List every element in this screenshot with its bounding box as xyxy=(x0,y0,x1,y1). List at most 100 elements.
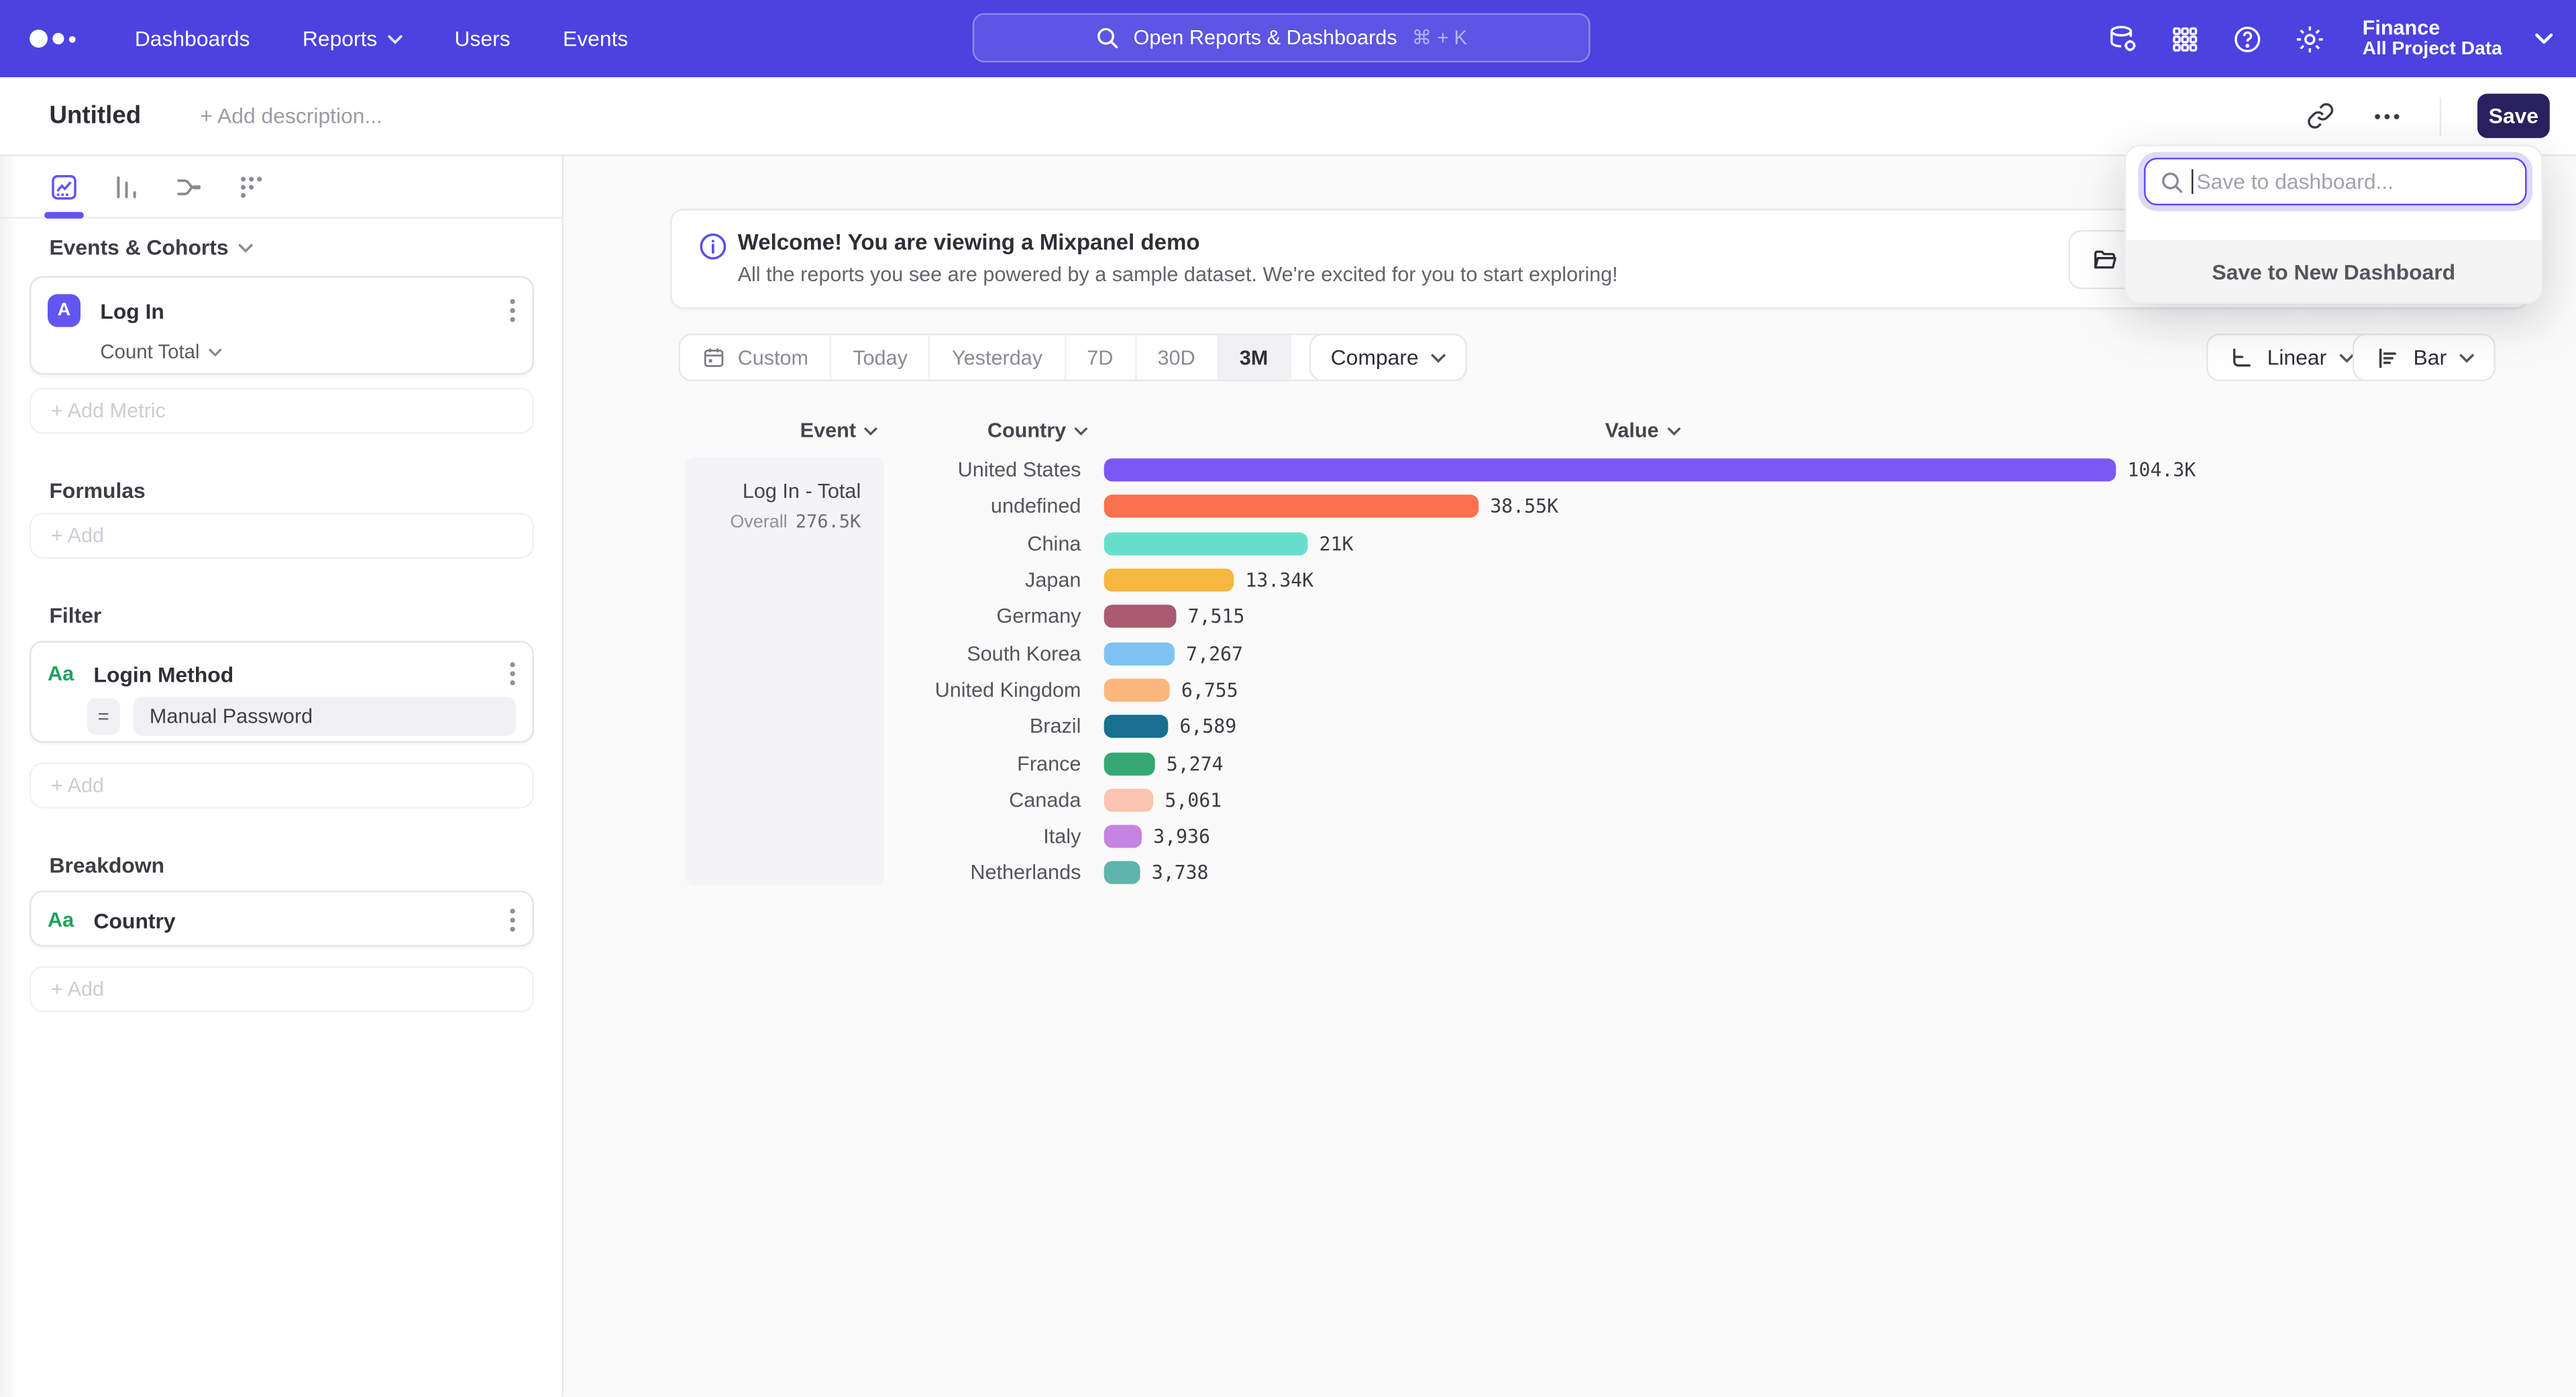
search-icon xyxy=(2160,171,2183,194)
tab-insights[interactable] xyxy=(49,172,78,201)
breakdown-card[interactable]: Aa Country xyxy=(30,890,534,946)
project-name: Finance xyxy=(2363,16,2502,40)
apps-grid-icon[interactable] xyxy=(2169,22,2202,55)
divider xyxy=(2440,96,2441,136)
column-header-country[interactable]: Country xyxy=(987,419,1087,442)
add-description-button[interactable]: + Add description... xyxy=(200,103,382,128)
filter-value[interactable]: Manual Password xyxy=(133,696,516,736)
range-custom[interactable]: Custom xyxy=(680,335,830,380)
aggregation-selector[interactable]: Count Total xyxy=(100,340,221,363)
global-search-button[interactable]: Open Reports & Dashboards ⌘ + K xyxy=(973,13,1591,62)
chart-bar[interactable] xyxy=(1104,825,1142,848)
chart-value-label: 13.34K xyxy=(1245,568,1313,591)
filter-property-name[interactable]: Login Method xyxy=(94,662,490,686)
banner-subtitle: All the reports you see are powered by a… xyxy=(738,263,1618,286)
chart-row: Canada 5,061 xyxy=(564,782,2206,819)
chart-row: Germany7,515 xyxy=(564,599,2206,635)
range-7d[interactable]: 7D xyxy=(1064,335,1134,380)
project-switcher[interactable]: Finance All Project Data xyxy=(2363,16,2502,62)
more-options-icon[interactable] xyxy=(2371,103,2404,129)
save-dashboard-input[interactable] xyxy=(2144,158,2527,205)
range-today[interactable]: Today xyxy=(830,335,929,380)
chart-bar[interactable] xyxy=(1104,862,1140,884)
mixpanel-insights-report-screen: Dashboards Reports Users Events Open Report… xyxy=(0,0,2576,1397)
kebab-menu-icon[interactable] xyxy=(509,907,516,933)
tab-funnels[interactable] xyxy=(112,172,142,201)
search-icon xyxy=(1095,26,1118,49)
chart-category-label: France xyxy=(564,752,1081,774)
chart-bar[interactable] xyxy=(1104,495,1479,518)
chart-row: Brazil6,589 xyxy=(564,709,2206,745)
chart-category-label: Netherlands xyxy=(564,862,1081,884)
chart-bar[interactable] xyxy=(1104,752,1155,774)
chevron-down-icon xyxy=(1667,427,1680,435)
chevron-down-icon xyxy=(238,242,253,252)
tab-flows[interactable] xyxy=(174,172,204,201)
property-type-icon: Aa xyxy=(48,662,74,685)
breakdown-heading: Breakdown xyxy=(49,853,164,878)
nav-item-dashboards[interactable]: Dashboards xyxy=(135,26,250,51)
mixpanel-logo-icon[interactable] xyxy=(30,30,85,48)
data-management-icon[interactable] xyxy=(2106,22,2139,55)
chart-value-label: 5,061 xyxy=(1165,788,1222,811)
chart-category-label: Germany xyxy=(564,605,1081,628)
help-icon[interactable] xyxy=(2231,22,2264,55)
chart-row: United States104.3K xyxy=(564,452,2206,488)
chart-value-label: 6,589 xyxy=(1179,715,1236,738)
chart-category-label: Canada xyxy=(564,788,1081,811)
range-yesterday[interactable]: Yesterday xyxy=(929,335,1064,380)
chevron-down-icon xyxy=(2460,352,2475,362)
metric-event-name[interactable]: Log In xyxy=(100,298,489,323)
chart-value-label: 38.55K xyxy=(1490,495,1558,518)
chart-bar[interactable] xyxy=(1104,568,1234,591)
breakdown-property-name[interactable]: Country xyxy=(94,908,490,933)
chevron-down-icon[interactable] xyxy=(2535,33,2553,44)
nav-item-reports[interactable]: Reports xyxy=(303,26,402,51)
linear-axis-icon xyxy=(2228,344,2254,370)
events-cohorts-heading[interactable]: Events & Cohorts xyxy=(49,235,253,260)
chart-bar[interactable] xyxy=(1104,459,2116,482)
column-header-value[interactable]: Value xyxy=(1605,419,1680,442)
save-to-dashboard-popup: Save to New Dashboard xyxy=(2125,145,2543,305)
tab-retention[interactable] xyxy=(237,172,266,201)
chart-bar[interactable] xyxy=(1104,642,1175,665)
add-metric-button[interactable]: + Add Metric xyxy=(30,388,534,434)
filter-card[interactable]: Aa Login Method = Manual Password xyxy=(30,641,534,743)
save-to-new-dashboard-button[interactable]: Save to New Dashboard xyxy=(2126,240,2542,303)
chart-bar[interactable] xyxy=(1104,605,1177,628)
top-nav-right: Finance All Project Data xyxy=(2106,16,2576,62)
range-30d[interactable]: 30D xyxy=(1134,335,1216,380)
chart-category-label: South Korea xyxy=(564,642,1081,665)
chart-category-label: China xyxy=(564,532,1081,555)
chart-bar[interactable] xyxy=(1104,532,1308,555)
column-header-event[interactable]: Event xyxy=(800,419,877,442)
chart-category-label: United States xyxy=(564,459,1081,482)
settings-gear-icon[interactable] xyxy=(2294,22,2326,55)
chart-bar[interactable] xyxy=(1104,678,1170,701)
chevron-down-icon xyxy=(208,348,221,356)
range-3m[interactable]: 3M xyxy=(1216,335,1289,380)
add-filter-button[interactable]: + Add xyxy=(30,762,534,809)
folder-icon xyxy=(2092,246,2120,274)
filter-operator[interactable]: = xyxy=(87,698,120,735)
kebab-menu-icon[interactable] xyxy=(509,297,516,323)
share-link-icon[interactable] xyxy=(2306,102,2334,130)
metric-card[interactable]: A Log In Count Total xyxy=(30,276,534,374)
report-title[interactable]: Untitled xyxy=(49,102,141,130)
save-dashboard-search[interactable] xyxy=(2144,158,2527,205)
chart-type-button[interactable]: Bar xyxy=(2353,333,2496,381)
add-breakdown-button[interactable]: + Add xyxy=(30,966,534,1013)
compare-button[interactable]: Compare xyxy=(1309,333,1468,381)
kebab-menu-icon[interactable] xyxy=(509,660,516,686)
save-button[interactable]: Save xyxy=(2477,94,2550,138)
nav-item-users[interactable]: Users xyxy=(454,26,510,51)
chart-bar[interactable] xyxy=(1104,788,1153,811)
chart-category-label: Italy xyxy=(564,825,1081,848)
chart-row: Italy3,936 xyxy=(564,819,2206,856)
value-mode-button[interactable]: Linear xyxy=(2206,333,2376,381)
add-formula-button[interactable]: + Add xyxy=(30,513,534,559)
chart-bar[interactable] xyxy=(1104,715,1169,738)
formulas-heading: Formulas xyxy=(49,478,145,503)
chart-row: United Kingdom6,755 xyxy=(564,672,2206,709)
nav-item-events[interactable]: Events xyxy=(563,26,628,51)
